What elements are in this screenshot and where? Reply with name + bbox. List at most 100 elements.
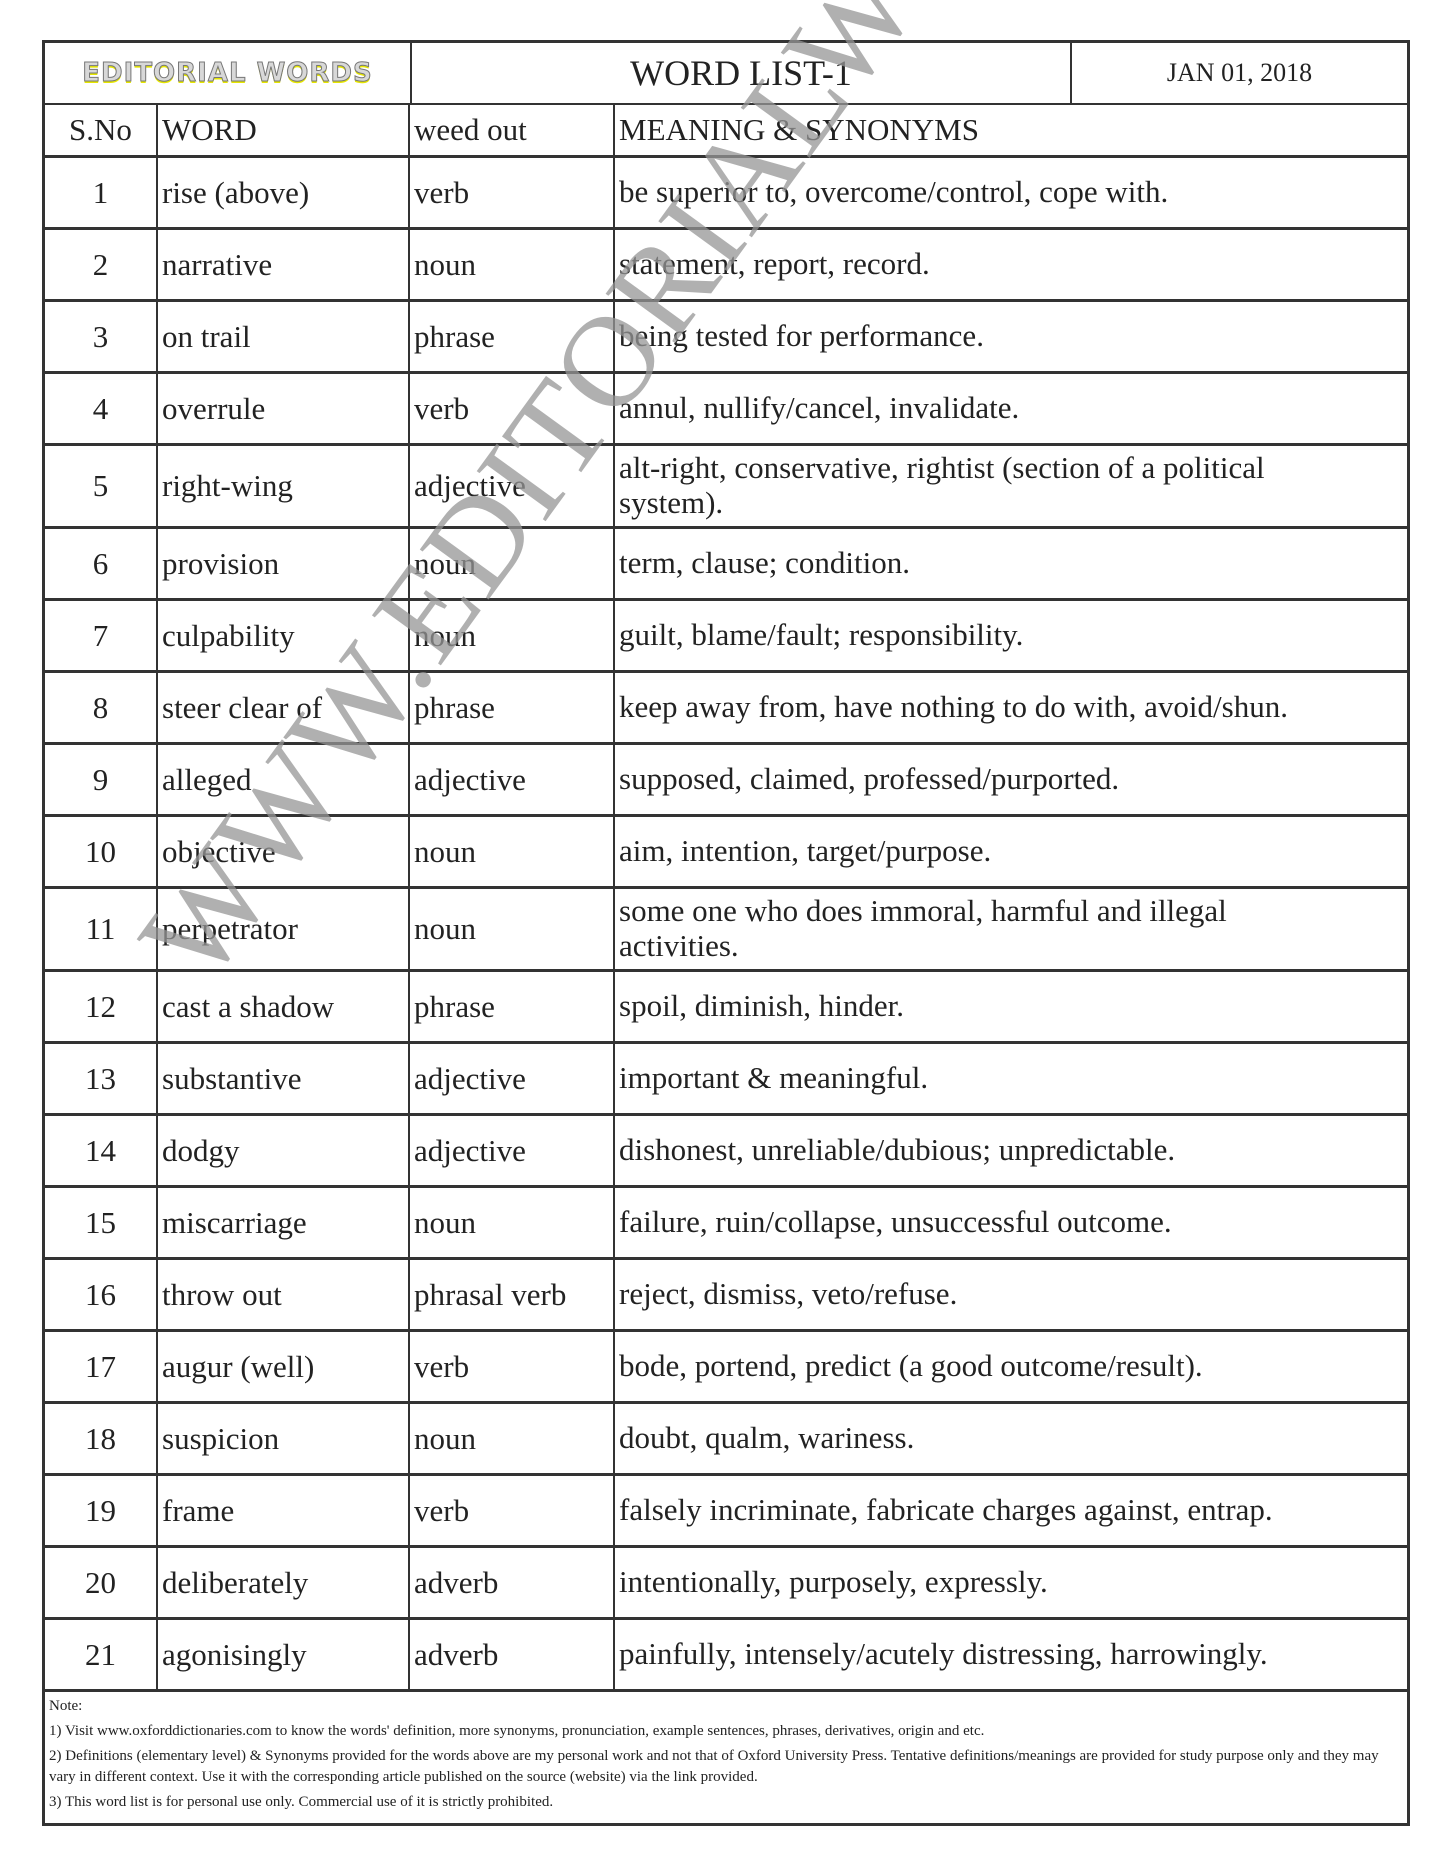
cell-word: miscarriage (158, 1188, 410, 1257)
cell-sno: 3 (45, 302, 158, 371)
cell-meaning: keep away from, have nothing to do with,… (619, 689, 1288, 725)
cell-word: perpetrator (158, 889, 410, 969)
cell-meaning: important & meaningful. (619, 1060, 929, 1096)
cell-meaning: statement, report, record. (619, 246, 930, 282)
table-row: 10 objective noun aim, intention, target/pu… (45, 817, 1407, 889)
cell-part-of-speech: adverb (410, 1620, 615, 1689)
cell-meaning: spoil, diminish, hinder. (619, 988, 905, 1024)
table-row: 18 suspicion noun doubt, qualm, wariness. (45, 1404, 1407, 1476)
cell-sno: 1 (45, 158, 158, 227)
cell-word: steer clear of (158, 673, 410, 742)
table-row: 2 narrative noun statement, report, record. (45, 230, 1407, 302)
list-title: WORD LIST-1 (412, 43, 1072, 103)
table-row: 8 steer clear of phrase keep away from, hav… (45, 673, 1407, 745)
table-row: 7 culpability noun guilt, blame/fault; resp… (45, 601, 1407, 673)
cell-sno: 12 (45, 972, 158, 1041)
cell-word: rise (above) (158, 158, 410, 227)
cell-part-of-speech: verb (410, 158, 615, 227)
cell-word: augur (well) (158, 1332, 410, 1401)
cell-sno: 5 (45, 446, 158, 526)
cell-sno: 13 (45, 1044, 158, 1113)
cell-part-of-speech: phrase (410, 302, 615, 371)
cell-meaning: annul, nullify/cancel, invalidate. (619, 390, 1020, 426)
cell-word: objective (158, 817, 410, 886)
cell-meaning: reject, dismiss, veto/refuse. (619, 1276, 958, 1312)
notes-section: Note: 1) Visit www.oxforddictionaries.co… (45, 1692, 1407, 1823)
cell-part-of-speech: noun (410, 601, 615, 670)
cell-sno: 2 (45, 230, 158, 299)
cell-sno: 18 (45, 1404, 158, 1473)
cell-word: alleged (158, 745, 410, 814)
table-row: 15 miscarriage noun failure, ruin/collapse,… (45, 1188, 1407, 1260)
table-row: 5 right-wing adjective alt-right, conservat… (45, 446, 1407, 529)
notes-label: Note: (49, 1698, 83, 1714)
cell-meaning: intentionally, purposely, expressly. (619, 1564, 1048, 1600)
cell-sno: 4 (45, 374, 158, 443)
cell-part-of-speech: verb (410, 1332, 615, 1401)
cell-part-of-speech: adjective (410, 745, 615, 814)
cell-meaning: doubt, qualm, wariness. (619, 1420, 915, 1456)
table-row: 14 dodgy adjective dishonest, unreliable/du… (45, 1116, 1407, 1188)
cell-word: deliberately (158, 1548, 410, 1617)
cell-meaning: being tested for performance. (619, 318, 984, 354)
cell-meaning: guilt, blame/fault; responsibility. (619, 617, 1024, 653)
cell-part-of-speech: adverb (410, 1548, 615, 1617)
cell-part-of-speech: noun (410, 889, 615, 969)
cell-part-of-speech: phrase (410, 673, 615, 742)
cell-word: frame (158, 1476, 410, 1545)
cell-sno: 9 (45, 745, 158, 814)
cell-part-of-speech: noun (410, 1188, 615, 1257)
word-table-body: 1 rise (above) verb be superior to, overcom… (45, 158, 1407, 1692)
cell-part-of-speech: noun (410, 1404, 615, 1473)
cell-word: suspicion (158, 1404, 410, 1473)
table-row: 17 augur (well) verb bode, portend, predict… (45, 1332, 1407, 1404)
cell-part-of-speech: verb (410, 374, 615, 443)
cell-meaning: supposed, claimed, professed/purported. (619, 761, 1120, 797)
cell-sno: 11 (45, 889, 158, 969)
cell-sno: 7 (45, 601, 158, 670)
column-header-meaning: MEANING & SYNONYMS (619, 111, 979, 147)
cell-sno: 6 (45, 529, 158, 598)
cell-part-of-speech: adjective (410, 1116, 615, 1185)
cell-part-of-speech: adjective (410, 446, 615, 526)
cell-meaning: dishonest, unreliable/dubious; unpredict… (619, 1132, 1176, 1168)
table-row: 20 deliberately adverb intentionally, purpo… (45, 1548, 1407, 1620)
cell-word: culpability (158, 601, 410, 670)
cell-sno: 21 (45, 1620, 158, 1689)
table-row: 13 substantive adjective important & meanin… (45, 1044, 1407, 1116)
cell-sno: 17 (45, 1332, 158, 1401)
cell-meaning: term, clause; condition. (619, 545, 910, 581)
cell-word: cast a shadow (158, 972, 410, 1041)
cell-part-of-speech: noun (410, 230, 615, 299)
table-row: 12 cast a shadow phrase spoil, diminish, hi… (45, 972, 1407, 1044)
cell-sno: 15 (45, 1188, 158, 1257)
column-header-sno: S.No (45, 105, 158, 155)
cell-sno: 19 (45, 1476, 158, 1545)
cell-sno: 16 (45, 1260, 158, 1329)
brand-logo: EDITORIAL WORDS (82, 58, 373, 89)
word-list-sheet: EDITORIAL WORDS WORD LIST-1 JAN 01, 2018… (42, 40, 1410, 1826)
cell-meaning: be superior to, overcome/control, cope w… (619, 174, 1169, 210)
cell-word: agonisingly (158, 1620, 410, 1689)
cell-word: narrative (158, 230, 410, 299)
cell-meaning: some one who does immoral, harmful and i… (619, 893, 1227, 963)
cell-part-of-speech: phrase (410, 972, 615, 1041)
cell-part-of-speech: verb (410, 1476, 615, 1545)
cell-sno: 14 (45, 1116, 158, 1185)
cell-word: dodgy (158, 1116, 410, 1185)
column-header-word: WORD (158, 105, 410, 155)
note-item: 1) Visit www.oxforddictionaries.com to k… (49, 1722, 985, 1739)
brand-cell: EDITORIAL WORDS (45, 43, 412, 103)
cell-word: on trail (158, 302, 410, 371)
cell-word: overrule (158, 374, 410, 443)
column-header-row: S.No WORD weed out MEANING & SYNONYMS (45, 105, 1407, 158)
cell-part-of-speech: noun (410, 529, 615, 598)
table-row: 21 agonisingly adverb painfully, intensely/… (45, 1620, 1407, 1692)
table-row: 11 perpetrator noun some one who does immor… (45, 889, 1407, 972)
table-row: 19 frame verb falsely incriminate, fabricat… (45, 1476, 1407, 1548)
table-row: 9 alleged adjective supposed, claimed, prof… (45, 745, 1407, 817)
table-row: 6 provision noun term, clause; condition. (45, 529, 1407, 601)
table-row: 3 on trail phrase being tested for performa… (45, 302, 1407, 374)
note-item: 3) This word list is for personal use on… (49, 1794, 554, 1810)
cell-word: substantive (158, 1044, 410, 1113)
